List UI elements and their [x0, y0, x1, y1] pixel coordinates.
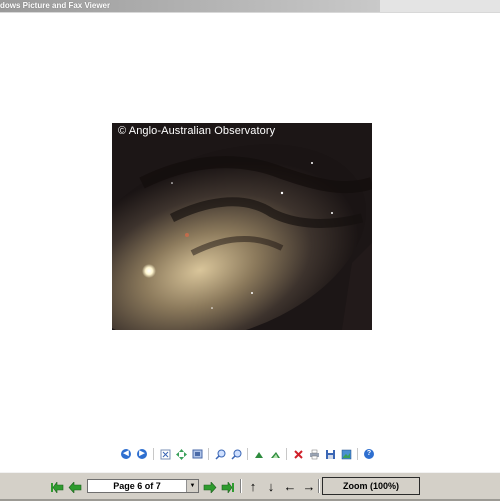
- toolbar-separator: [286, 448, 287, 460]
- first-page-icon: [51, 481, 64, 493]
- rotate-cw-icon: [254, 451, 263, 458]
- best-fit-icon: [160, 449, 170, 459]
- next-page-icon: [203, 481, 217, 493]
- zoom-out-icon: [230, 449, 241, 460]
- zoom-in-button[interactable]: [213, 447, 227, 461]
- window-title: dows Picture and Fax Viewer: [0, 1, 111, 10]
- scroll-left-button[interactable]: ←: [282, 479, 298, 495]
- title-divider: [0, 12, 500, 13]
- delete-button[interactable]: [291, 447, 305, 461]
- page-dropdown-arrow-icon[interactable]: ▼: [186, 480, 198, 492]
- open-editor-button[interactable]: [339, 447, 353, 461]
- zoom-in-icon: [214, 449, 225, 460]
- zoom-label: Zoom (100%): [342, 481, 399, 491]
- photo-graphic: [112, 123, 372, 330]
- toolbar-separator: [357, 448, 358, 460]
- best-fit-button[interactable]: [158, 447, 172, 461]
- help-icon: ?: [364, 449, 374, 459]
- editor-icon: [341, 449, 351, 459]
- print-icon: [309, 449, 319, 459]
- arrow-down-icon: ↓: [267, 479, 275, 494]
- arrow-right-icon: →: [302, 479, 316, 494]
- first-page-button[interactable]: [50, 481, 64, 493]
- last-page-icon: [221, 481, 234, 493]
- save-icon: [325, 449, 335, 459]
- scroll-right-button[interactable]: →: [301, 479, 317, 495]
- next-circle-icon: ▶: [137, 449, 147, 459]
- toolbar-separator: [153, 448, 154, 460]
- photo-copyright: © Anglo-Australian Observatory: [118, 125, 276, 137]
- scroll-down-button[interactable]: ↓: [263, 479, 279, 495]
- zoom-button[interactable]: Zoom (100%): [322, 477, 420, 495]
- viewer-toolbar: ◀ ▶ ?: [118, 447, 377, 461]
- strip-separator: [240, 479, 242, 493]
- help-button[interactable]: ?: [362, 447, 376, 461]
- delete-icon: [293, 449, 303, 459]
- zoom-out-button[interactable]: [229, 447, 243, 461]
- previous-page-button[interactable]: [68, 481, 82, 493]
- rotate-counterclockwise-button[interactable]: [268, 447, 282, 461]
- scroll-up-button[interactable]: ↑: [245, 479, 261, 495]
- toolbar-separator: [247, 448, 248, 460]
- rotate-ccw-icon: [270, 451, 280, 458]
- last-page-button[interactable]: [221, 481, 235, 493]
- print-button[interactable]: [307, 447, 321, 461]
- rotate-clockwise-button[interactable]: [252, 447, 266, 461]
- next-image-button[interactable]: ▶: [135, 447, 149, 461]
- prev-circle-icon: ◀: [121, 449, 131, 459]
- page-indicator: Page 6 of 7: [113, 481, 161, 491]
- arrow-left-icon: ←: [283, 479, 297, 494]
- previous-image-button[interactable]: ◀: [119, 447, 133, 461]
- actual-size-icon: [175, 448, 187, 460]
- slideshow-button[interactable]: [190, 447, 204, 461]
- arrow-up-icon: ↑: [249, 479, 257, 494]
- actual-size-button[interactable]: [174, 447, 188, 461]
- toolbar-separator: [208, 448, 209, 460]
- page-selector[interactable]: Page 6 of 7 ▼: [87, 479, 199, 493]
- previous-page-icon: [68, 481, 82, 493]
- slideshow-icon: [192, 449, 202, 458]
- save-button[interactable]: [323, 447, 337, 461]
- strip-separator: [318, 479, 320, 493]
- bottom-navigation-strip: Page 6 of 7 ▼ ↑ ↓ ← → Zoom (100%): [0, 472, 500, 501]
- milky-way-photo: © Anglo-Australian Observatory: [112, 123, 372, 330]
- next-page-button[interactable]: [203, 481, 217, 493]
- title-bar-rest: [380, 0, 500, 12]
